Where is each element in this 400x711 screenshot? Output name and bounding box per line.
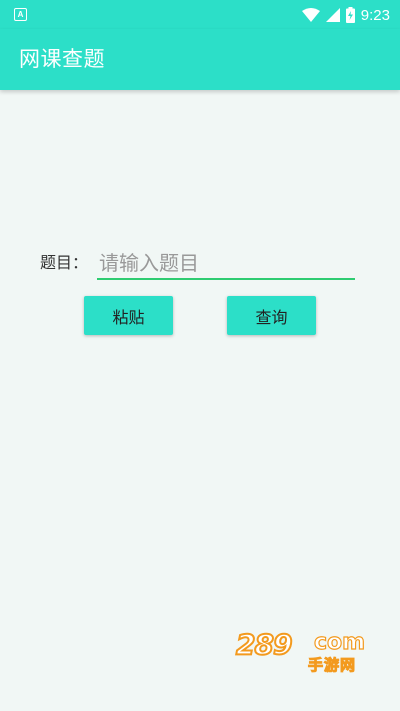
status-bar: A 9:23 bbox=[0, 0, 400, 29]
watermark-subtitle: 手游网 bbox=[307, 656, 357, 675]
topic-label: 题目： bbox=[40, 253, 89, 272]
watermark-logo: 289 com 手游网 bbox=[235, 627, 378, 676]
status-time: 9:23 bbox=[360, 6, 390, 24]
status-icons: 9:23 bbox=[301, 4, 390, 26]
watermark-number: 289 bbox=[235, 627, 293, 662]
app-title: 网课查题 bbox=[19, 47, 105, 71]
app-bar: 网课查题 bbox=[0, 29, 400, 90]
query-button[interactable]: 查询 bbox=[227, 296, 316, 335]
app-notification-icon: A bbox=[14, 8, 27, 21]
wifi-icon bbox=[301, 8, 320, 22]
watermark-domain: com bbox=[313, 629, 366, 655]
paste-button[interactable]: 粘贴 bbox=[84, 296, 173, 335]
battery-charging-icon bbox=[345, 7, 355, 23]
topic-input[interactable] bbox=[97, 247, 355, 280]
signal-icon bbox=[325, 8, 340, 22]
